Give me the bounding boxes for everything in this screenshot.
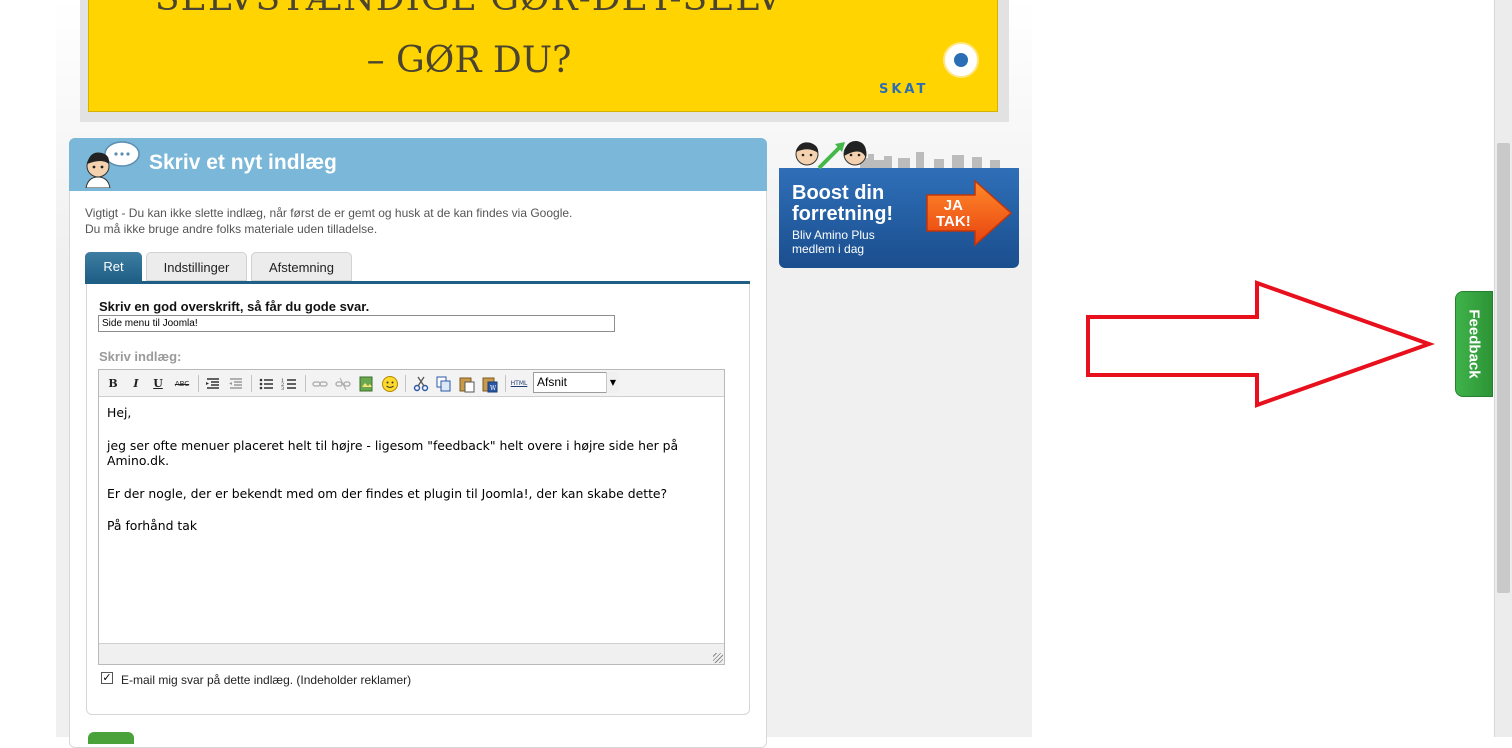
cta-line-2: TAK! (936, 213, 971, 230)
mascots-icon (795, 140, 867, 170)
boost-title-line-2: forretning! (792, 203, 894, 225)
chevron-down-icon[interactable]: ▼ (606, 372, 619, 393)
info-text: Vigtigt - Du kan ikke slette indlæg, når… (85, 205, 572, 237)
annotation-arrow-icon (1086, 280, 1435, 408)
skyline-graphic (860, 152, 1000, 168)
toolbar-separator (405, 375, 406, 392)
svg-text:3: 3 (281, 386, 284, 392)
ad-headline-2: – GØR DU? (366, 40, 572, 81)
outdent-icon[interactable] (227, 375, 245, 393)
boost-sub-line-2: medlem i dag (792, 242, 865, 256)
italic-icon[interactable]: I (127, 375, 145, 393)
crown-seal-icon (943, 42, 979, 78)
tab-indstillinger[interactable]: Indstillinger (146, 252, 247, 281)
tab-afstemning[interactable]: Afstemning (251, 252, 352, 281)
resize-handle-icon[interactable] (713, 653, 723, 663)
cta-text[interactable]: JA TAK! (936, 198, 971, 230)
cta-line-1: JA (943, 197, 963, 214)
bold-icon[interactable]: B (104, 375, 122, 393)
toolbar-separator (305, 375, 306, 392)
toolbar-separator (251, 375, 252, 392)
editor-content[interactable]: Hej, jeg ser ofte menuer placeret helt t… (107, 405, 707, 551)
post-paragraph: jeg ser ofte menuer placeret helt til hø… (107, 437, 679, 469)
email-checkbox-label: E-mail mig svar på dette indlæg. (Indeho… (121, 673, 412, 687)
indent-icon[interactable] (204, 375, 222, 393)
scrollbar-thumb[interactable] (1497, 143, 1510, 593)
email-checkbox[interactable]: ✓ (101, 672, 113, 684)
link-icon[interactable] (311, 375, 329, 393)
mascot-speech-icon (85, 141, 140, 188)
feedback-label[interactable]: Feedback (1466, 309, 1483, 378)
ad-headline-1: SELVSTÆNDIGE GØR-DET-SELV (89, 0, 849, 19)
unlink-icon[interactable] (334, 375, 352, 393)
post-paragraph: Hej, (107, 405, 132, 420)
info-line-1: Vigtigt - Du kan ikke slette indlæg, når… (85, 206, 573, 220)
post-paragraph: På forhånd tak (107, 518, 197, 533)
boost-subtitle: Bliv Amino Plus medlem i dag (792, 228, 875, 256)
cut-icon[interactable] (412, 375, 430, 393)
smiley-icon[interactable] (381, 375, 399, 393)
paste-word-icon[interactable]: W (481, 375, 499, 393)
numbered-list-icon[interactable]: 123 (280, 375, 298, 393)
paste-icon[interactable] (458, 375, 476, 393)
toolbar-separator (505, 375, 506, 392)
underline-icon[interactable]: U (149, 375, 167, 393)
boost-sub-line-1: Bliv Amino Plus (792, 228, 875, 242)
html-source-icon[interactable]: HTML (510, 375, 528, 393)
boost-title-line-1: Boost din (792, 182, 885, 204)
boost-title: Boost din forretning! (792, 183, 893, 225)
page-title: Skriv et nyt indlæg (149, 151, 337, 174)
svg-text:W: W (490, 385, 497, 392)
headline-label: Skriv en god overskrift, så får du gode … (99, 299, 370, 314)
skat-logo: SKAT (879, 82, 929, 97)
bullet-list-icon[interactable] (257, 375, 275, 393)
toolbar-separator (198, 375, 199, 392)
submit-button[interactable] (88, 732, 134, 744)
strikethrough-icon[interactable]: ABC (173, 375, 191, 393)
image-icon[interactable] (357, 375, 375, 393)
headline-input[interactable]: Side menu til Joomla! (98, 315, 615, 332)
info-line-2: Du må ikke bruge andre folks materiale u… (85, 222, 378, 236)
tab-ret[interactable]: Ret (85, 252, 142, 281)
post-paragraph: Er der nogle, der er bekendt med om der … (107, 485, 668, 501)
copy-icon[interactable] (435, 375, 453, 393)
editor-status-bar (99, 643, 724, 664)
body-label: Skriv indlæg: (99, 349, 182, 364)
skat-ad-banner[interactable]: SELVSTÆNDIGE GØR-DET-SELV – GØR DU? SKAT (88, 0, 998, 112)
